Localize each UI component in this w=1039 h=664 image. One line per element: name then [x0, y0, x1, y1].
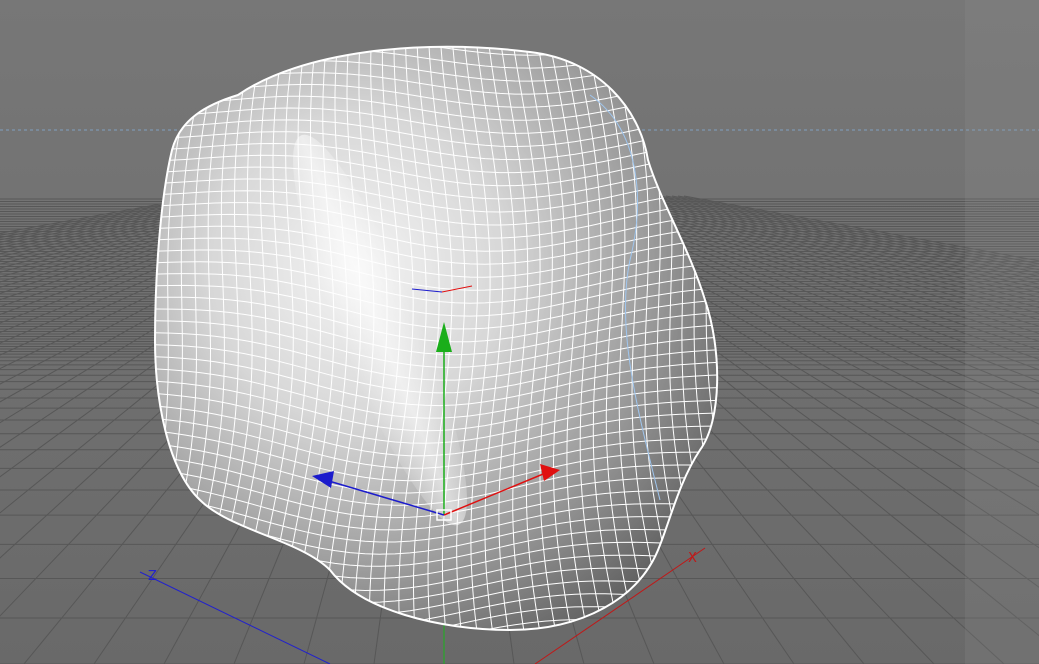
world-z-axis-label: Z [148, 569, 157, 584]
3d-viewport[interactable]: XZ [0, 0, 1039, 664]
viewport-side-panel [965, 0, 1039, 664]
viewport-scene[interactable]: XZ [0, 0, 1039, 664]
world-x-axis-label: X [688, 551, 697, 566]
